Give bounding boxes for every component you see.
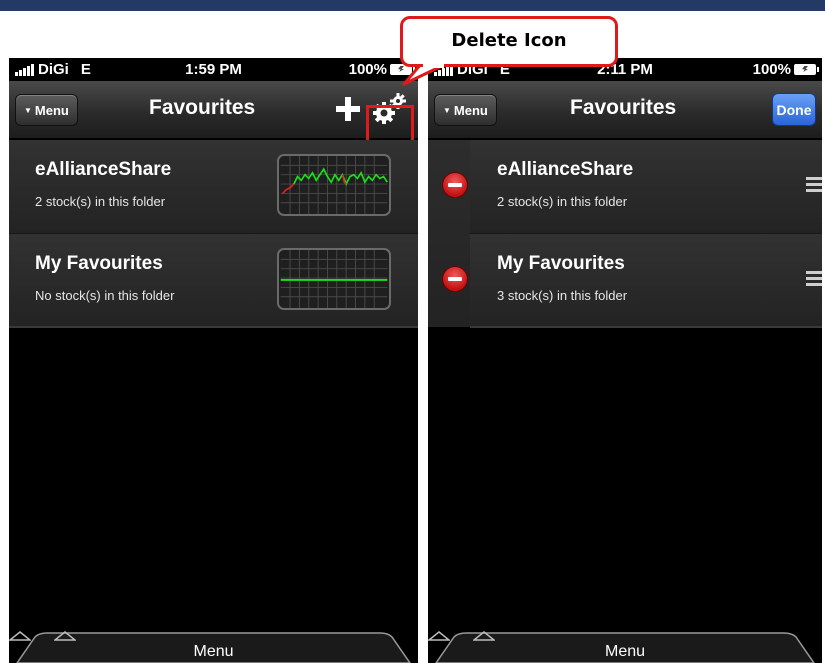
stock-chart-thumbnail <box>277 248 391 310</box>
folder-list: eAllianceShare 2 stock(s) in this folder <box>9 140 418 328</box>
folder-name: My Favourites <box>35 253 163 274</box>
folder-row: eAllianceShare 2 stock(s) in this folder <box>442 140 822 233</box>
phone-screen-favourites-edit: DiGi E 2:11 PM 100% ▼ Menu Favourites Do… <box>428 58 822 663</box>
up-arrow-icon <box>54 631 76 641</box>
folder-stock-count: 2 stock(s) in this folder <box>497 194 628 209</box>
delete-circle-icon[interactable] <box>442 172 468 198</box>
folder-stock-count: 3 stock(s) in this folder <box>497 288 628 303</box>
callout-pointer-seam <box>423 64 444 68</box>
folder-name: eAllianceShare <box>497 159 634 180</box>
up-arrow-icon <box>428 631 450 641</box>
delete-circle-icon[interactable] <box>442 266 468 292</box>
folder-stock-count: 2 stock(s) in this folder <box>35 194 166 209</box>
up-arrow-icon <box>473 631 495 641</box>
stock-chart-thumbnail <box>277 154 391 216</box>
bottom-menu-label: Menu <box>604 643 646 660</box>
folder-row: My Favourites 3 stock(s) in this folder <box>442 233 822 328</box>
folder-name: My Favourites <box>497 253 625 274</box>
bottom-menu-label: Menu <box>193 643 234 660</box>
folder-stock-count: No stock(s) in this folder <box>35 288 175 303</box>
bottom-menu-bar[interactable]: Menu <box>9 631 418 663</box>
folder-row[interactable]: My Favourites No stock(s) in this folder <box>9 233 418 328</box>
folder-name: eAllianceShare <box>35 159 172 180</box>
reorder-icon[interactable] <box>806 177 822 193</box>
phone-screen-favourites: DiGi E 1:59 PM 100% ▼ Menu Favourites eA… <box>9 58 418 663</box>
folder-row[interactable]: eAllianceShare 2 stock(s) in this folder <box>9 140 418 233</box>
reorder-icon[interactable] <box>806 271 822 287</box>
bottom-menu-bar[interactable]: Menu <box>428 631 822 663</box>
folder-list-edit: eAllianceShare 2 stock(s) in this folder… <box>428 140 822 328</box>
up-arrow-icon <box>9 631 31 641</box>
